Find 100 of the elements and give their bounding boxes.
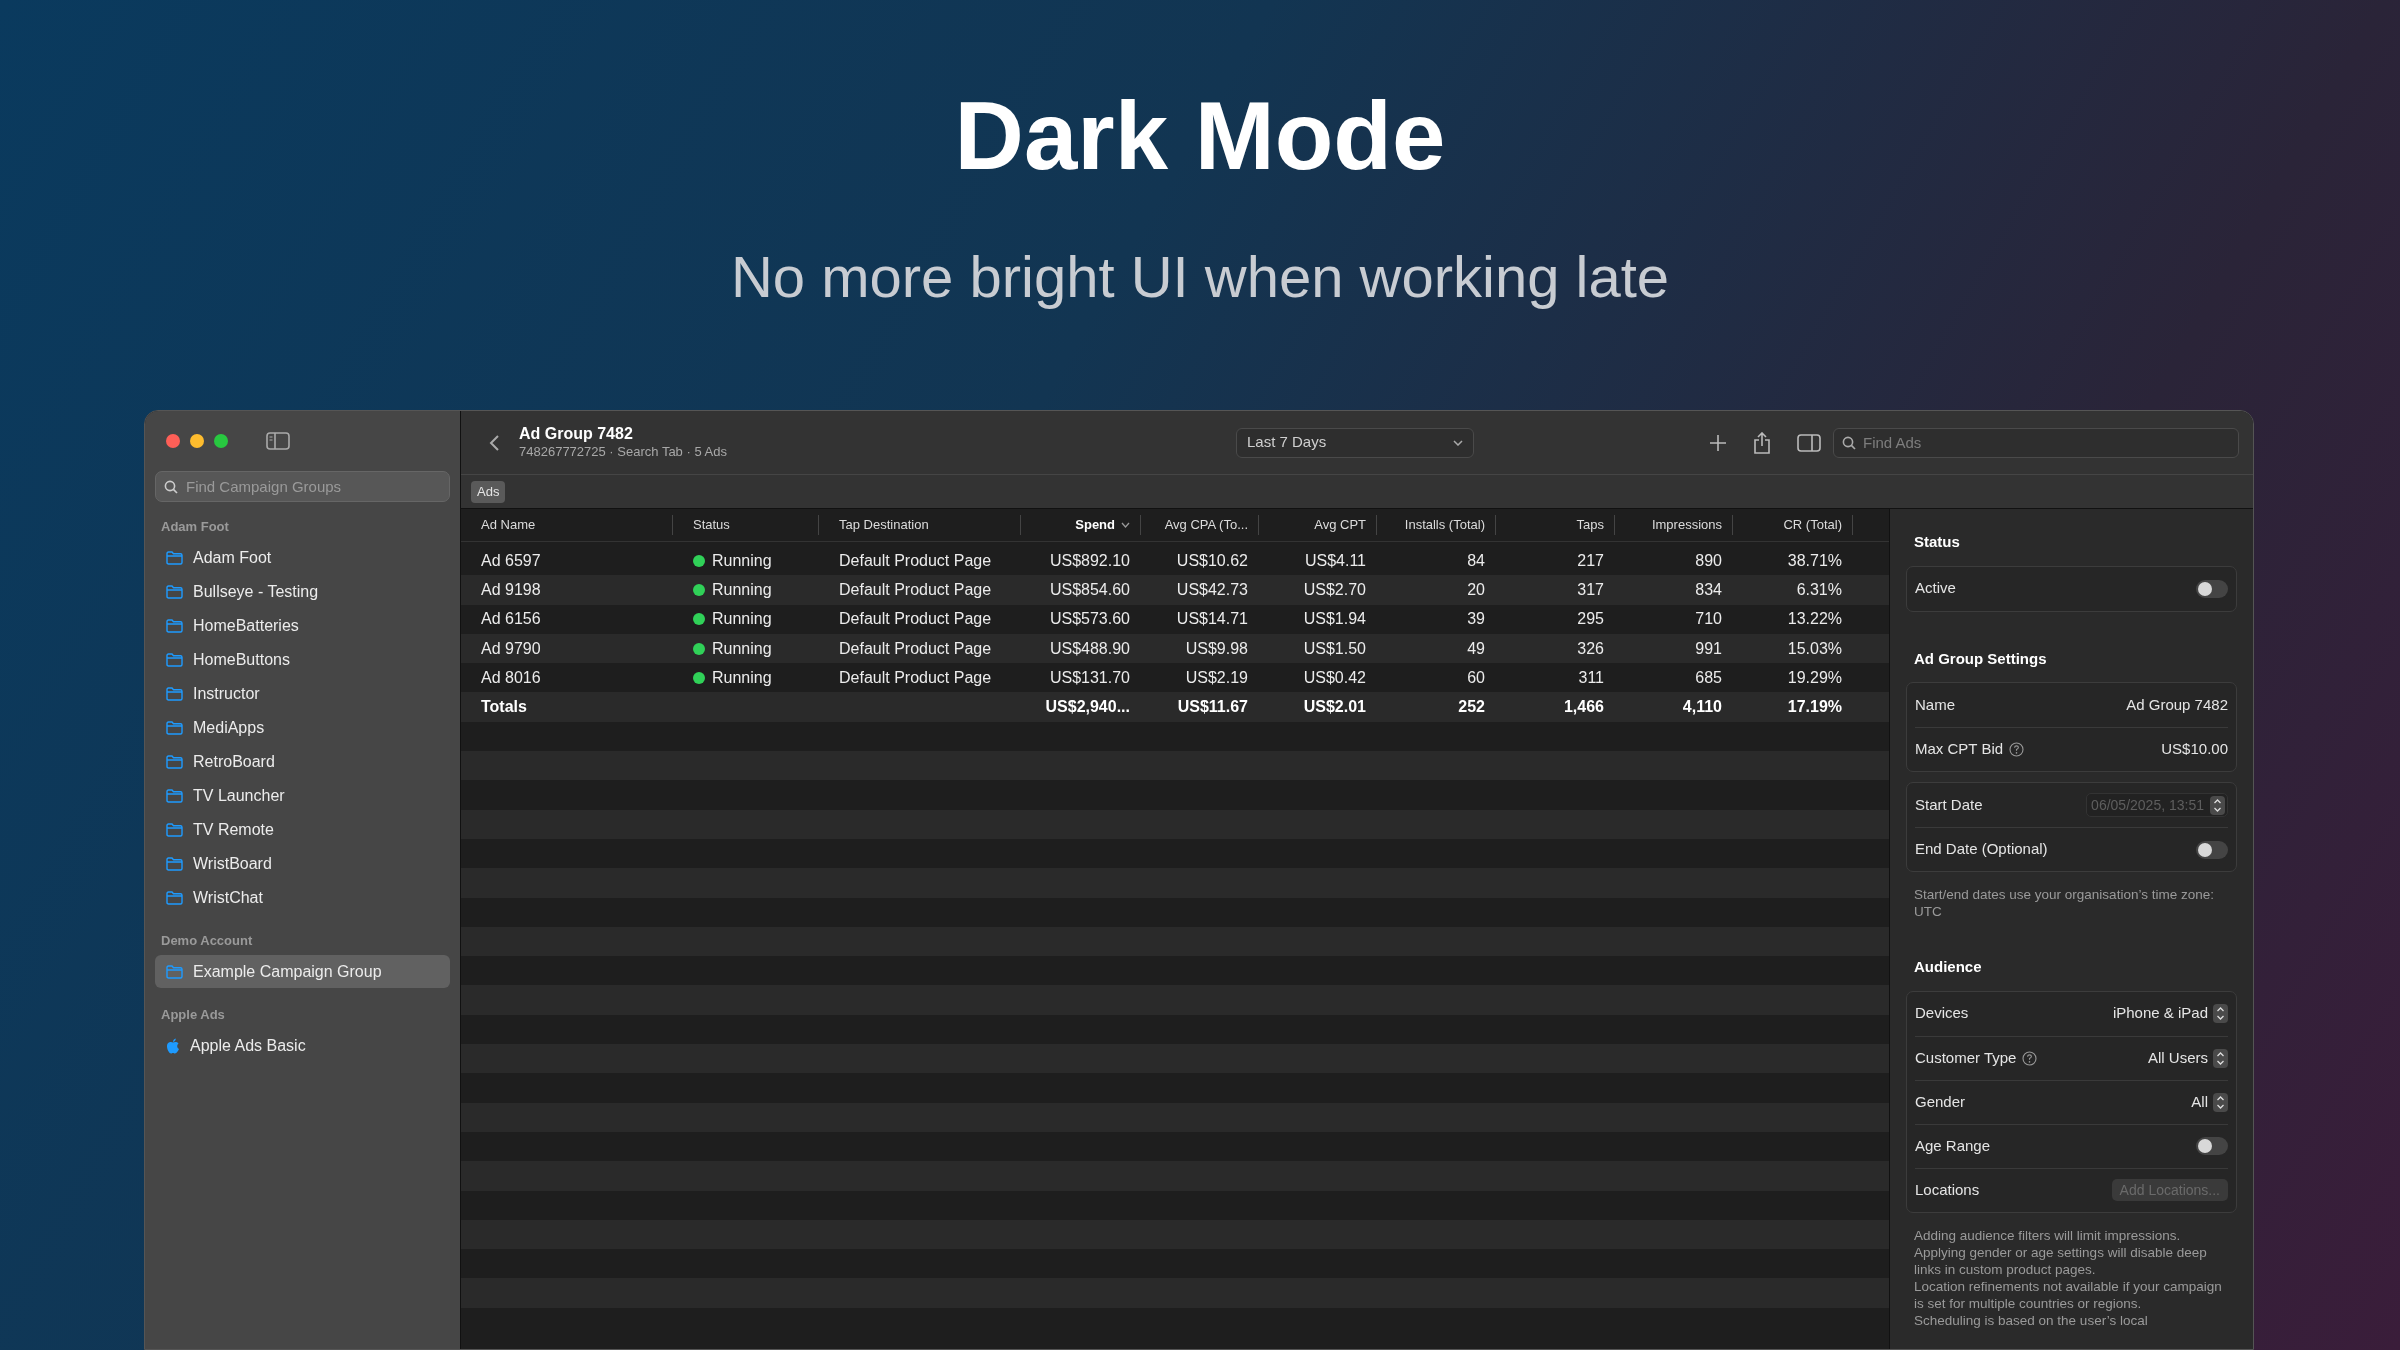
add-icon[interactable] [1709,433,1727,452]
field-label: Gender [1915,1091,1966,1112]
table-cell-text: US$9.98 [1185,638,1248,659]
share-icon[interactable] [1753,431,1771,454]
folder-icon [166,822,183,837]
back-chevron-icon[interactable] [489,433,501,452]
table-cell-text: 6.31% [1796,579,1842,600]
table-cell-text: US$1.94 [1303,609,1366,630]
column-header[interactable]: Ad Name [461,515,673,535]
column-header[interactable]: Status [673,515,819,535]
column-header[interactable]: Impressions [1615,515,1733,535]
help-note: Scheduling is based on the user’s local [1914,1311,2149,1329]
table-cell-text: 49 [1467,638,1485,659]
sidebar-item[interactable]: RetroBoard [155,745,450,778]
table-cell-text: Running [712,609,772,630]
sidebar-item[interactable]: Example Campaign Group [155,955,450,988]
ad-group-subtitle: 748267772725 · Search Tab · 5 Ads [519,444,728,461]
table-cell-text: 326 [1577,638,1604,659]
search-field[interactable]: Find Campaign Groups [155,471,450,502]
field-label: End Date (Optional) [1915,839,2048,860]
table-cell-text: 38.71% [1787,550,1842,571]
section-header: Adam Foot [160,517,230,536]
sidebar-item[interactable]: WristBoard [155,847,450,880]
sidebar-item[interactable]: HomeButtons [155,643,450,676]
help-note: Start/end dates use your organisation’s time zone: UTC [1914,886,2215,920]
column-header[interactable]: Spend [1021,515,1141,535]
field-label: Start Date [1915,794,1983,815]
table-cell-text: 17.19% [1787,697,1842,718]
table-cell-text: US$42.73 [1176,579,1248,600]
field-value: Ad Group 7482 [2126,694,2228,715]
table-cell-text: US$2.19 [1185,667,1248,688]
sidebar-item[interactable]: Adam Foot [155,541,450,574]
sidebar-item[interactable]: Instructor [155,677,450,710]
table-cell-text: 19.29% [1787,667,1842,688]
column-header[interactable]: Avg CPT [1259,515,1377,535]
column-header[interactable]: Taps [1496,515,1615,535]
ads-tab[interactable]: Ads [471,480,506,503]
popup-button[interactable]: iPhone & iPad [2112,1002,2228,1025]
toggle-switch[interactable] [2196,1137,2228,1155]
table-cell-text: US$573.60 [1049,609,1130,630]
folder-icon [166,652,183,667]
totals-label: Totals [481,698,527,716]
table-cell-text: 252 [1458,697,1485,718]
sidebar-item[interactable]: TV Launcher [155,779,450,812]
close-button[interactable] [166,434,180,448]
apple-icon [166,1037,180,1054]
help-note: Adding audience filters will limit impressions. Applying gender or age settings will disable deep links in custom product pages. [1914,1226,2208,1278]
popup-button[interactable]: All Users [2148,1046,2228,1070]
sidebar-item[interactable]: MediApps [155,711,450,744]
date-range-popup[interactable]: Last 7 Days [1236,427,1474,458]
table-row[interactable]: Ad 9198 Running Default Product Page US$854.60 US$42.73 US$2.70 20 317 834 6.31% [461,575,1889,605]
toggle-switch[interactable] [2196,840,2228,859]
up-down-chevron-icon[interactable] [2213,1048,2228,1068]
table-cell-text: Default Product Page [839,638,992,659]
sidebar-toggle-icon[interactable] [266,432,290,450]
sidebar-item[interactable]: Bullseye - Testing [155,575,450,608]
table-cell-text: Default Product Page [839,550,992,571]
table-cell-text: Running [712,667,772,688]
table-cell-text: 60 [1467,667,1485,688]
column-header[interactable]: Tap Destination [819,515,1021,535]
up-down-chevron-icon[interactable] [2213,1004,2228,1023]
sidebar-item[interactable]: WristChat [155,881,450,914]
sidebar-item[interactable]: TV Remote [155,813,450,846]
zoom-button[interactable] [214,434,228,448]
field-label: Age Range [1915,1135,1991,1156]
table-cell-text: Ad 9198 [481,579,541,600]
help-icon[interactable] [2009,742,2025,757]
toggle-switch[interactable] [2196,579,2228,598]
column-header[interactable]: Installs (Total) [1377,515,1496,535]
table-cell-text: 890 [1695,550,1722,571]
section-title: Ad Group Settings [1913,648,2048,669]
table-cell-text: 4,110 [1682,697,1722,718]
folder-icon [166,584,183,599]
table-cell-text: US$10.62 [1176,550,1248,571]
sidebar-item[interactable]: Apple Ads Basic [155,1029,450,1062]
hero-title: Dark Mode [954,88,1446,184]
popup-button[interactable]: All [2191,1090,2228,1114]
minimize-button[interactable] [190,434,204,448]
table-cell-text: Running [712,579,772,600]
table-row[interactable]: Ad 9790 Running Default Product Page US$488.90 US$9.98 US$1.50 49 326 991 15.03% [461,633,1889,664]
sidebar-item[interactable]: HomeBatteries [155,609,450,642]
table-cell-text: Default Product Page [839,667,992,688]
table-cell-text: 317 [1577,579,1604,600]
column-header[interactable]: CR (Total) [1733,515,1853,535]
column-header[interactable]: Avg CPA (To... [1141,515,1259,535]
table-cell-text: US$2.70 [1303,579,1366,600]
table-cell-text: 20 [1467,579,1485,600]
up-down-chevron-icon[interactable] [2213,1092,2228,1112]
help-note: Location refinements not available if your campaign is set for multiple countries or regions. [1914,1277,2223,1312]
table-cell-text: 295 [1577,609,1604,630]
help-icon[interactable] [2022,1050,2038,1066]
search-icon [164,480,178,494]
table-cell-text: 1,466 [1563,697,1604,718]
find-ads-field[interactable]: Find Ads [1833,427,2239,458]
table-cell-text: US$488.90 [1049,638,1130,659]
table-cell-text: 685 [1695,667,1722,688]
inspector-toggle-icon[interactable] [1797,433,1821,452]
ad-group-title: Ad Group 7482 [519,424,634,445]
table-cell-text: US$131.70 [1049,667,1130,688]
field-label: Devices [1915,1003,1969,1024]
